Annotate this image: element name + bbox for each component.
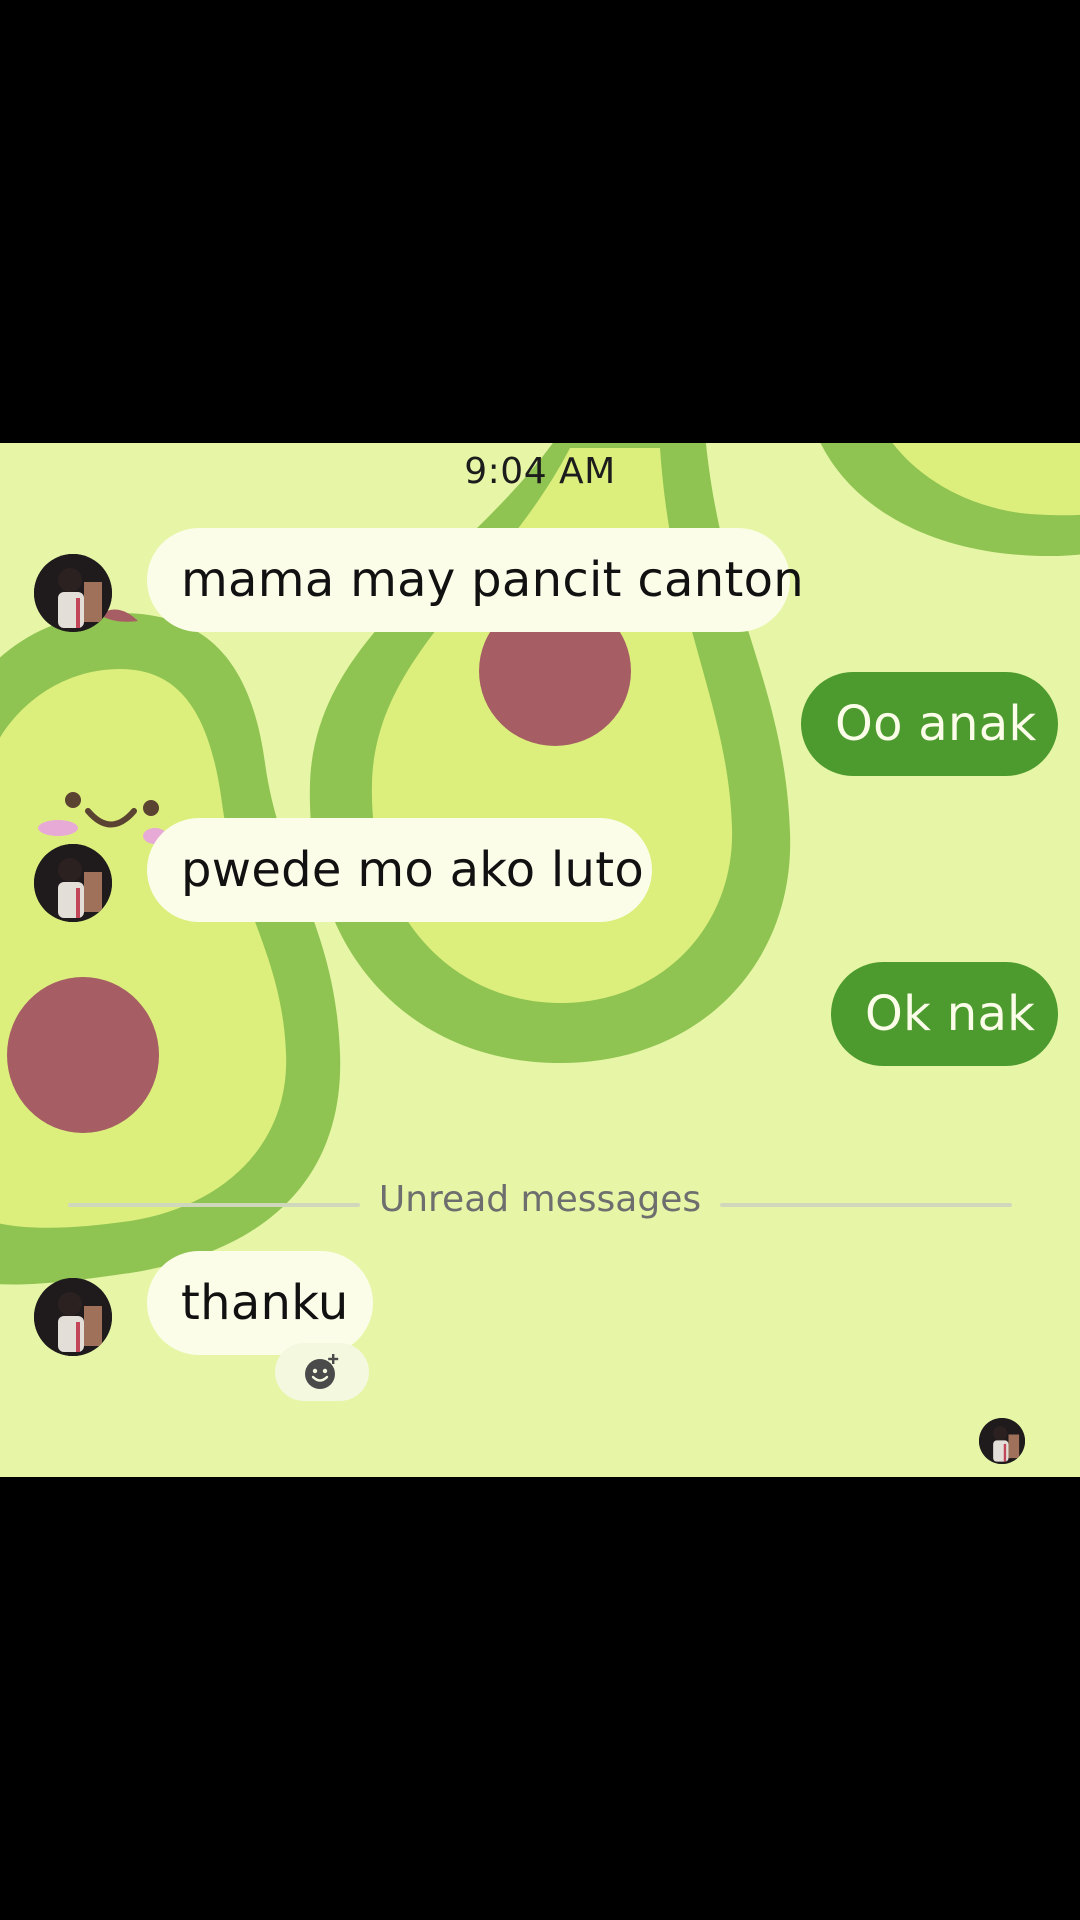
add-reaction-icon: [305, 1354, 339, 1389]
incoming-message-bubble[interactable]: pwede mo ako luto: [147, 818, 652, 922]
add-reaction-button[interactable]: [275, 1343, 369, 1401]
outgoing-message-bubble[interactable]: Oo anak: [801, 672, 1058, 776]
message-text: Ok nak: [865, 986, 1036, 1042]
outgoing-message-bubble[interactable]: Ok nak: [831, 962, 1058, 1066]
incoming-message-bubble[interactable]: mama may pancit canton: [147, 528, 804, 632]
read-receipt-avatar: [979, 1418, 1025, 1464]
divider-line-right: [720, 1203, 1012, 1207]
contact-avatar[interactable]: [34, 554, 112, 632]
unread-messages-divider: Unread messages: [0, 1179, 1080, 1229]
chat-view: 9:04 AM mama may pancit canton Oo anak p…: [0, 443, 1080, 1477]
message-text: mama may pancit canton: [181, 552, 804, 608]
incoming-message-bubble[interactable]: thanku: [147, 1251, 373, 1355]
message-timestamp: 9:04 AM: [464, 451, 616, 492]
unread-messages-label: Unread messages: [378, 1179, 702, 1220]
message-text: pwede mo ako luto: [181, 842, 645, 898]
message-text: Oo anak: [835, 696, 1037, 752]
contact-avatar[interactable]: [34, 844, 112, 922]
contact-avatar[interactable]: [34, 1278, 112, 1356]
message-text: thanku: [181, 1275, 349, 1331]
